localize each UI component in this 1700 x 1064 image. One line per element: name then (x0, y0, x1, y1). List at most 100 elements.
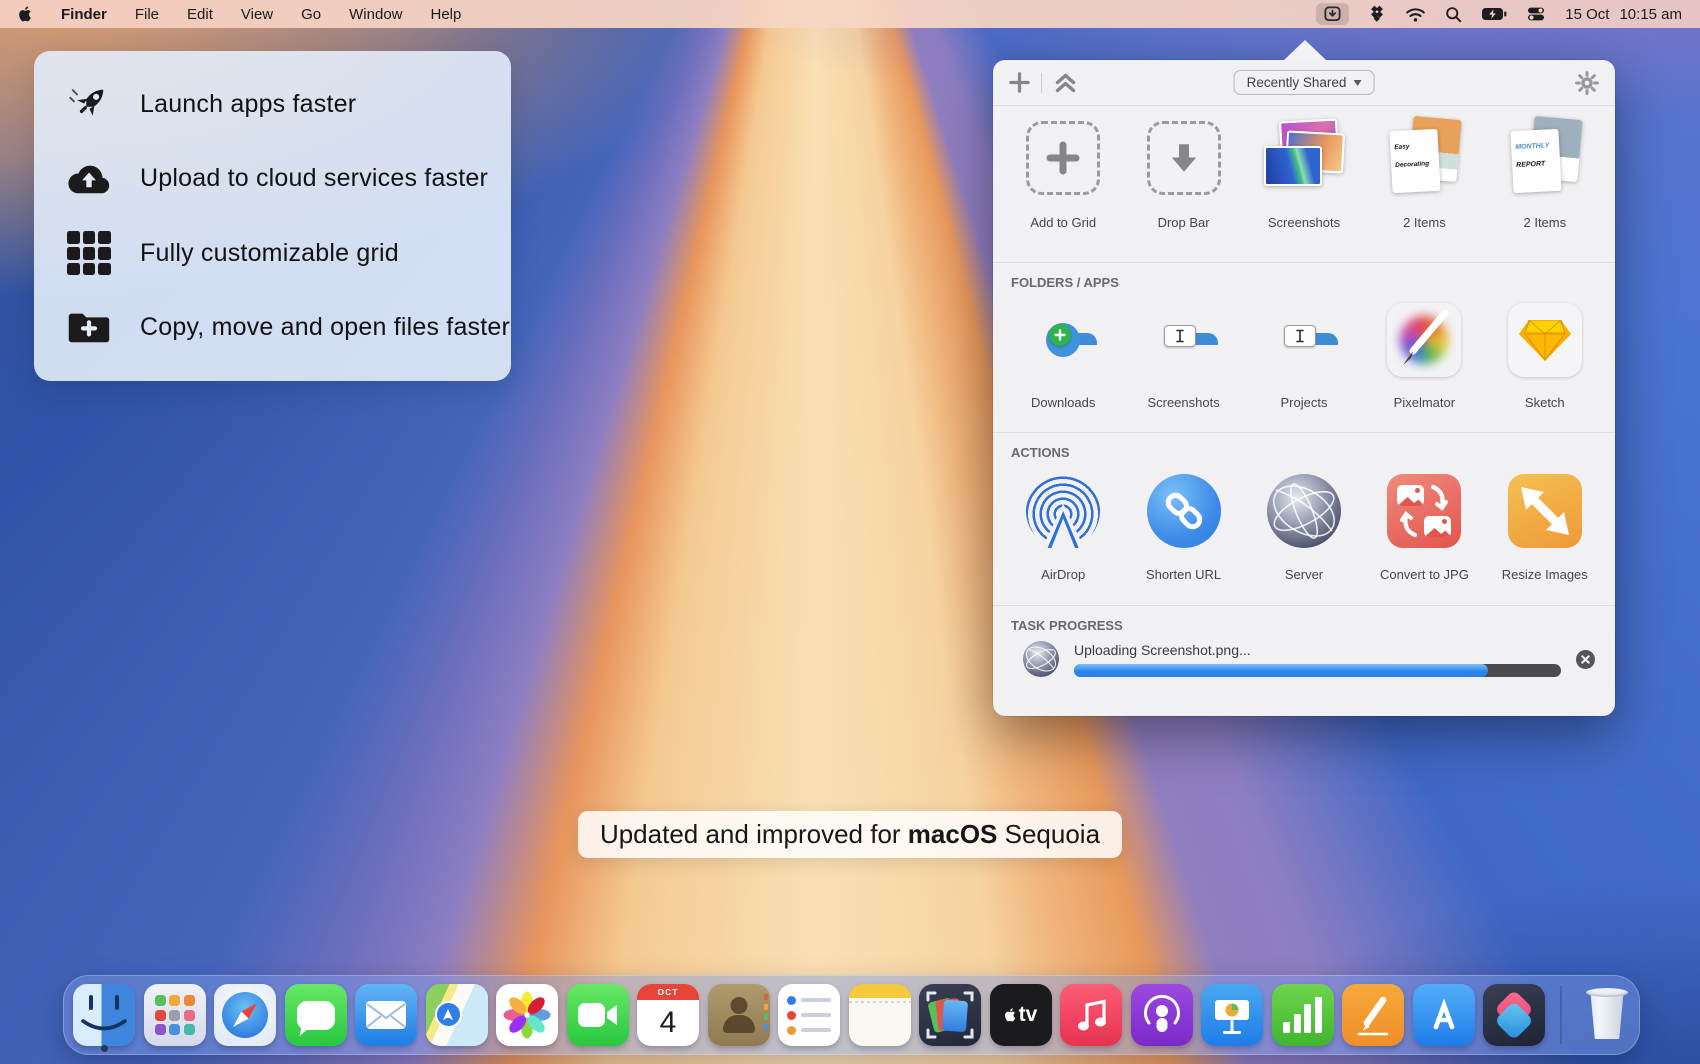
dock-icon-appletv[interactable]: tv (990, 984, 1052, 1046)
upload-task-row: Uploading Screenshot.png... (993, 633, 1615, 677)
menu-app-name[interactable]: Finder (61, 6, 107, 23)
dock-icon-contacts[interactable] (708, 984, 770, 1046)
appletv-label: tv (1019, 1003, 1038, 1027)
grid-item-screenshots-stack[interactable]: Screenshots (1244, 106, 1364, 262)
wifi-icon[interactable] (1405, 6, 1426, 23)
finder-running-indicator (101, 1045, 108, 1052)
cancel-upload-button[interactable] (1576, 650, 1595, 669)
dock-icon-podcasts[interactable] (1131, 984, 1193, 1046)
search-icon[interactable] (1445, 6, 1462, 23)
rocket-icon (64, 79, 114, 129)
grid-item-add-to-grid[interactable]: Add to Grid (1003, 106, 1123, 262)
menu-file[interactable]: File (135, 6, 159, 23)
globe-icon (1267, 474, 1341, 548)
dock-icon-notes[interactable] (849, 984, 911, 1046)
menu-help[interactable]: Help (431, 6, 462, 23)
plus-icon (1026, 121, 1100, 195)
dock-icon-appstore[interactable] (1413, 984, 1475, 1046)
feature-label: Upload to cloud services faster (140, 164, 488, 193)
dock-icon-mail[interactable] (355, 984, 417, 1046)
app-item-pixelmator[interactable]: Pixelmator (1364, 290, 1484, 410)
documents-stack: Easy Decorating (1381, 118, 1467, 198)
sketch-icon (1508, 303, 1582, 377)
dock-icon-photos[interactable] (496, 984, 558, 1046)
caption-prefix: Updated and improved for (600, 819, 908, 849)
feature-callout: Launch apps faster Upload to cloud servi… (34, 51, 511, 381)
dock-icon-dropzone[interactable] (919, 984, 981, 1046)
text-cursor-badge (1284, 325, 1316, 347)
screenshots-thumbnails (1258, 120, 1350, 196)
dock-icon-reminders[interactable] (778, 984, 840, 1046)
app-item-sketch[interactable]: Sketch (1485, 290, 1605, 410)
action-item-airdrop[interactable]: AirDrop (1003, 460, 1123, 582)
folder-item-screenshots[interactable]: Screenshots (1123, 290, 1243, 410)
dock-icon-shortcuts[interactable] (1483, 984, 1545, 1046)
calendar-month: OCT (637, 984, 699, 1000)
dock-icon-messages[interactable] (285, 984, 347, 1046)
actions-grid: AirDrop Shorten URL Server (993, 460, 1615, 582)
dock-icon-music[interactable] (1060, 984, 1122, 1046)
section-title: FOLDERS / APPS (993, 263, 1615, 290)
grid-item-drop-bar[interactable]: Drop Bar (1123, 106, 1243, 262)
feature-row-grid: Fully customizable grid (64, 228, 511, 278)
dock-icon-trash[interactable] (1576, 984, 1638, 1046)
menu-clock[interactable]: 15 Oct 10:15 am (1565, 6, 1682, 23)
action-item-shorten-url[interactable]: Shorten URL (1123, 460, 1243, 582)
filter-dropdown[interactable]: Recently Shared (1234, 70, 1375, 95)
dock-icon-pages[interactable] (1342, 984, 1404, 1046)
task-progress-section: TASK PROGRESS Uploading Screenshot.png..… (993, 605, 1615, 716)
folders-grid: Downloads Screenshots Projects (993, 290, 1615, 410)
action-item-convert-to-jpg[interactable]: Convert to JPG (1364, 460, 1484, 582)
menu-view[interactable]: View (241, 6, 273, 23)
apple-menu-icon[interactable] (18, 5, 33, 23)
action-item-server[interactable]: Server (1244, 460, 1364, 582)
promote-button[interactable] (1053, 72, 1078, 94)
convert-icon (1387, 474, 1461, 548)
feature-label: Launch apps faster (140, 90, 356, 119)
folder-item-projects[interactable]: Projects (1244, 290, 1364, 410)
airdrop-icon (1026, 474, 1100, 548)
action-item-resize-images[interactable]: Resize Images (1485, 460, 1605, 582)
dock-icon-numbers[interactable] (1272, 984, 1334, 1046)
task-details: Uploading Screenshot.png... (1074, 642, 1561, 677)
feature-row-launch: Launch apps faster (64, 79, 511, 129)
calendar-day: 4 (637, 1000, 699, 1046)
chevron-down-icon (1353, 80, 1361, 86)
menu-edit[interactable]: Edit (187, 6, 213, 23)
drop-arrow-icon (1147, 121, 1221, 195)
dock-divider (1560, 986, 1562, 1044)
menu-window[interactable]: Window (349, 6, 402, 23)
dropzone-menubar-icon[interactable] (1316, 3, 1349, 25)
dropzone-panel: Recently Shared Add to Grid Drop Bar (993, 60, 1615, 716)
filter-label: Recently Shared (1247, 75, 1347, 90)
battery-icon[interactable] (1481, 7, 1507, 21)
marketing-caption: Updated and improved for macOS Sequoia (578, 811, 1122, 858)
gear-icon[interactable] (1575, 71, 1599, 95)
caption-bold: macOS (908, 819, 998, 849)
folder-item-downloads[interactable]: Downloads (1003, 290, 1123, 410)
pixelmator-icon (1387, 303, 1461, 377)
dock-icon-launchpad[interactable] (144, 984, 206, 1046)
grid-icon (64, 228, 114, 278)
dock-icon-keynote[interactable] (1201, 984, 1263, 1046)
upload-progress-bar (1074, 664, 1561, 677)
dock-icon-safari[interactable] (214, 984, 276, 1046)
menu-date: 15 Oct (1565, 6, 1609, 23)
caption-suffix: Sequoia (997, 819, 1100, 849)
actions-section: ACTIONS AirDrop Shorten URL Server (993, 432, 1615, 605)
dock-icon-finder[interactable] (73, 984, 135, 1046)
menu-time: 10:15 am (1619, 6, 1682, 23)
folders-apps-section: FOLDERS / APPS Downloads Screenshots (993, 262, 1615, 432)
menu-go[interactable]: Go (301, 6, 321, 23)
control-center-icon[interactable] (1526, 6, 1546, 22)
dropbox-icon[interactable] (1368, 5, 1386, 23)
dock-icon-facetime[interactable] (567, 984, 629, 1046)
dock-icon-maps[interactable] (426, 984, 488, 1046)
add-button[interactable] (1009, 72, 1030, 93)
menu-bar: Finder File Edit View Go Window Help (0, 0, 1700, 28)
grid-item-2-items-magazine[interactable]: Easy Decorating 2 Items (1364, 106, 1484, 262)
upload-status-text: Uploading Screenshot.png... (1074, 642, 1561, 658)
dock-icon-calendar[interactable]: OCT 4 (637, 984, 699, 1046)
documents-stack: MONTHLY REPORT (1502, 118, 1588, 198)
grid-item-2-items-report[interactable]: MONTHLY REPORT 2 Items (1485, 106, 1605, 262)
